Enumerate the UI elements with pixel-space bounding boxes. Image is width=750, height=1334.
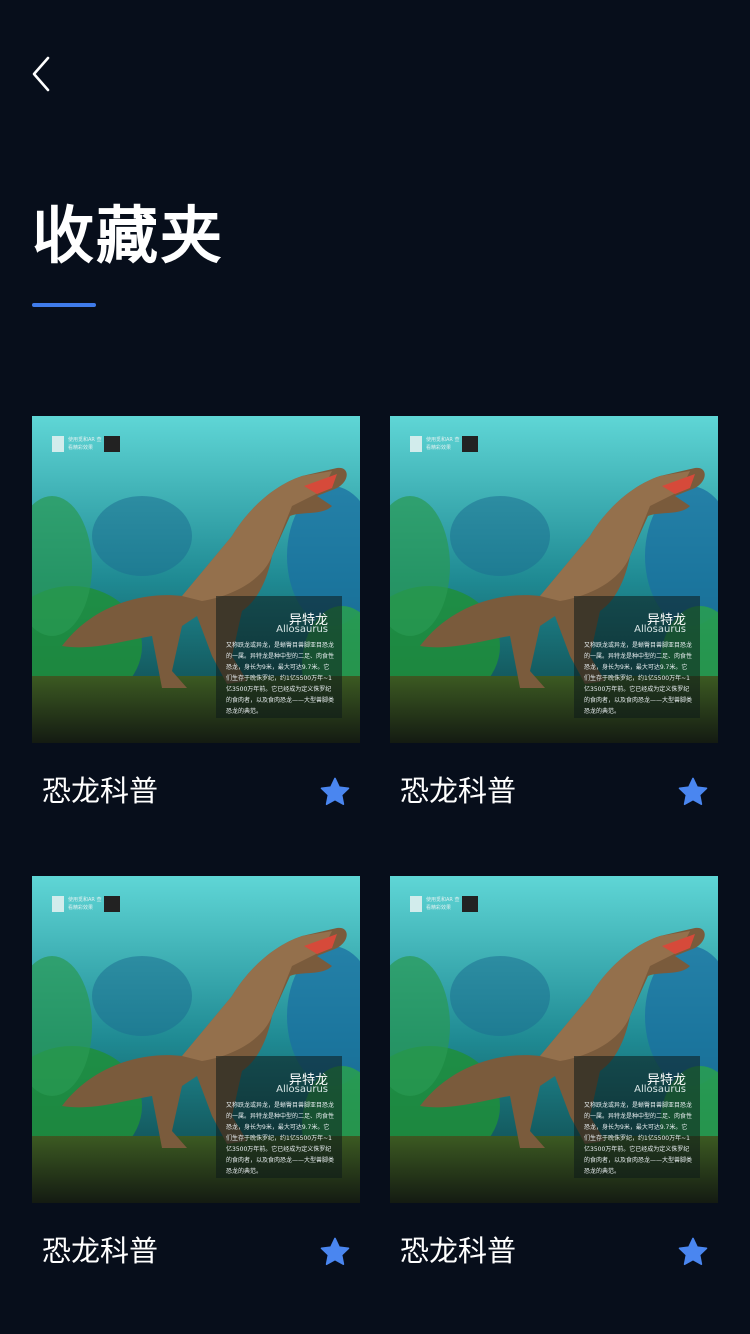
card-title: 恐龙科普 — [400, 774, 517, 808]
poster-dino-name-en: Allosaurus — [634, 1084, 686, 1095]
poster-dino-name-en: Allosaurus — [276, 624, 328, 635]
star-icon — [320, 1237, 350, 1266]
poster-description: 又称跃龙或异龙，是蜥臀目兽脚亚目恐龙的一属。异特龙是种中型的二足、肉食性恐龙，身… — [584, 642, 693, 715]
card-title: 恐龙科普 — [42, 1234, 159, 1268]
back-button[interactable] — [26, 54, 62, 94]
poster-description: 又称跃龙或异龙，是蜥臀目兽脚亚目恐龙的一属。异特龙是种中型的二足、肉食性恐龙，身… — [226, 1102, 335, 1175]
poster-tip-text: 使用觅和AR 查看精彩效果 — [68, 437, 102, 451]
favorite-card[interactable]: 使用觅和AR 查看精彩效果 异特龙 Allosaurus 又称跃龙或异龙，是蜥臀… — [32, 876, 360, 1296]
poster-description: 又称跃龙或异龙，是蜥臀目兽脚亚目恐龙的一属。异特龙是种中型的二足、肉食性恐龙，身… — [226, 642, 335, 715]
star-icon — [320, 777, 350, 806]
favorite-card[interactable]: 使用觅和AR 查看精彩效果 异特龙 Allosaurus 又称跃龙或异龙，是蜥臀… — [390, 416, 718, 836]
dinosaur-poster-image[interactable]: 使用觅和AR 查看精彩效果 异特龙 Allosaurus 又称跃龙或异龙，是蜥臀… — [32, 876, 360, 1203]
poster-tip-text: 使用觅和AR 查看精彩效果 — [426, 437, 460, 451]
card-title: 恐龙科普 — [400, 1234, 517, 1268]
star-icon — [678, 777, 708, 806]
title-underline — [32, 303, 96, 307]
poster-description: 又称跃龙或异龙，是蜥臀目兽脚亚目恐龙的一属。异特龙是种中型的二足、肉食性恐龙，身… — [584, 1102, 693, 1175]
chevron-left-icon — [32, 56, 50, 92]
favorite-card[interactable]: 使用觅和AR 查看精彩效果 异特龙 Allosaurus 又称跃龙或异龙，是蜥臀… — [390, 876, 718, 1296]
star-icon — [678, 1237, 708, 1266]
dinosaur-poster-image[interactable]: 使用觅和AR 查看精彩效果 异特龙 Allosaurus 又称跃龙或异龙，是蜥臀… — [390, 416, 718, 743]
favorites-page: 收藏夹 使用觅和AR 查看精彩效果 异特龙 Allosaurus 又称跃龙或异龙… — [0, 0, 750, 1334]
poster-dino-name-en: Allosaurus — [634, 624, 686, 635]
poster-tip-text: 使用觅和AR 查看精彩效果 — [426, 897, 460, 911]
favorite-star-button[interactable] — [318, 775, 352, 809]
page-title: 收藏夹 — [32, 199, 225, 272]
favorite-star-button[interactable] — [318, 1235, 352, 1269]
card-title: 恐龙科普 — [42, 774, 159, 808]
favorite-star-button[interactable] — [676, 1235, 710, 1269]
poster-dino-name-en: Allosaurus — [276, 1084, 328, 1095]
poster-tip-text: 使用觅和AR 查看精彩效果 — [68, 897, 102, 911]
favorite-star-button[interactable] — [676, 775, 710, 809]
dinosaur-poster-image[interactable]: 使用觅和AR 查看精彩效果 异特龙 Allosaurus 又称跃龙或异龙，是蜥臀… — [32, 416, 360, 743]
favorite-card[interactable]: 使用觅和AR 查看精彩效果 异特龙 Allosaurus 又称跃龙或异龙，是蜥臀… — [32, 416, 360, 836]
dinosaur-poster-image[interactable]: 使用觅和AR 查看精彩效果 异特龙 Allosaurus 又称跃龙或异龙，是蜥臀… — [390, 876, 718, 1203]
